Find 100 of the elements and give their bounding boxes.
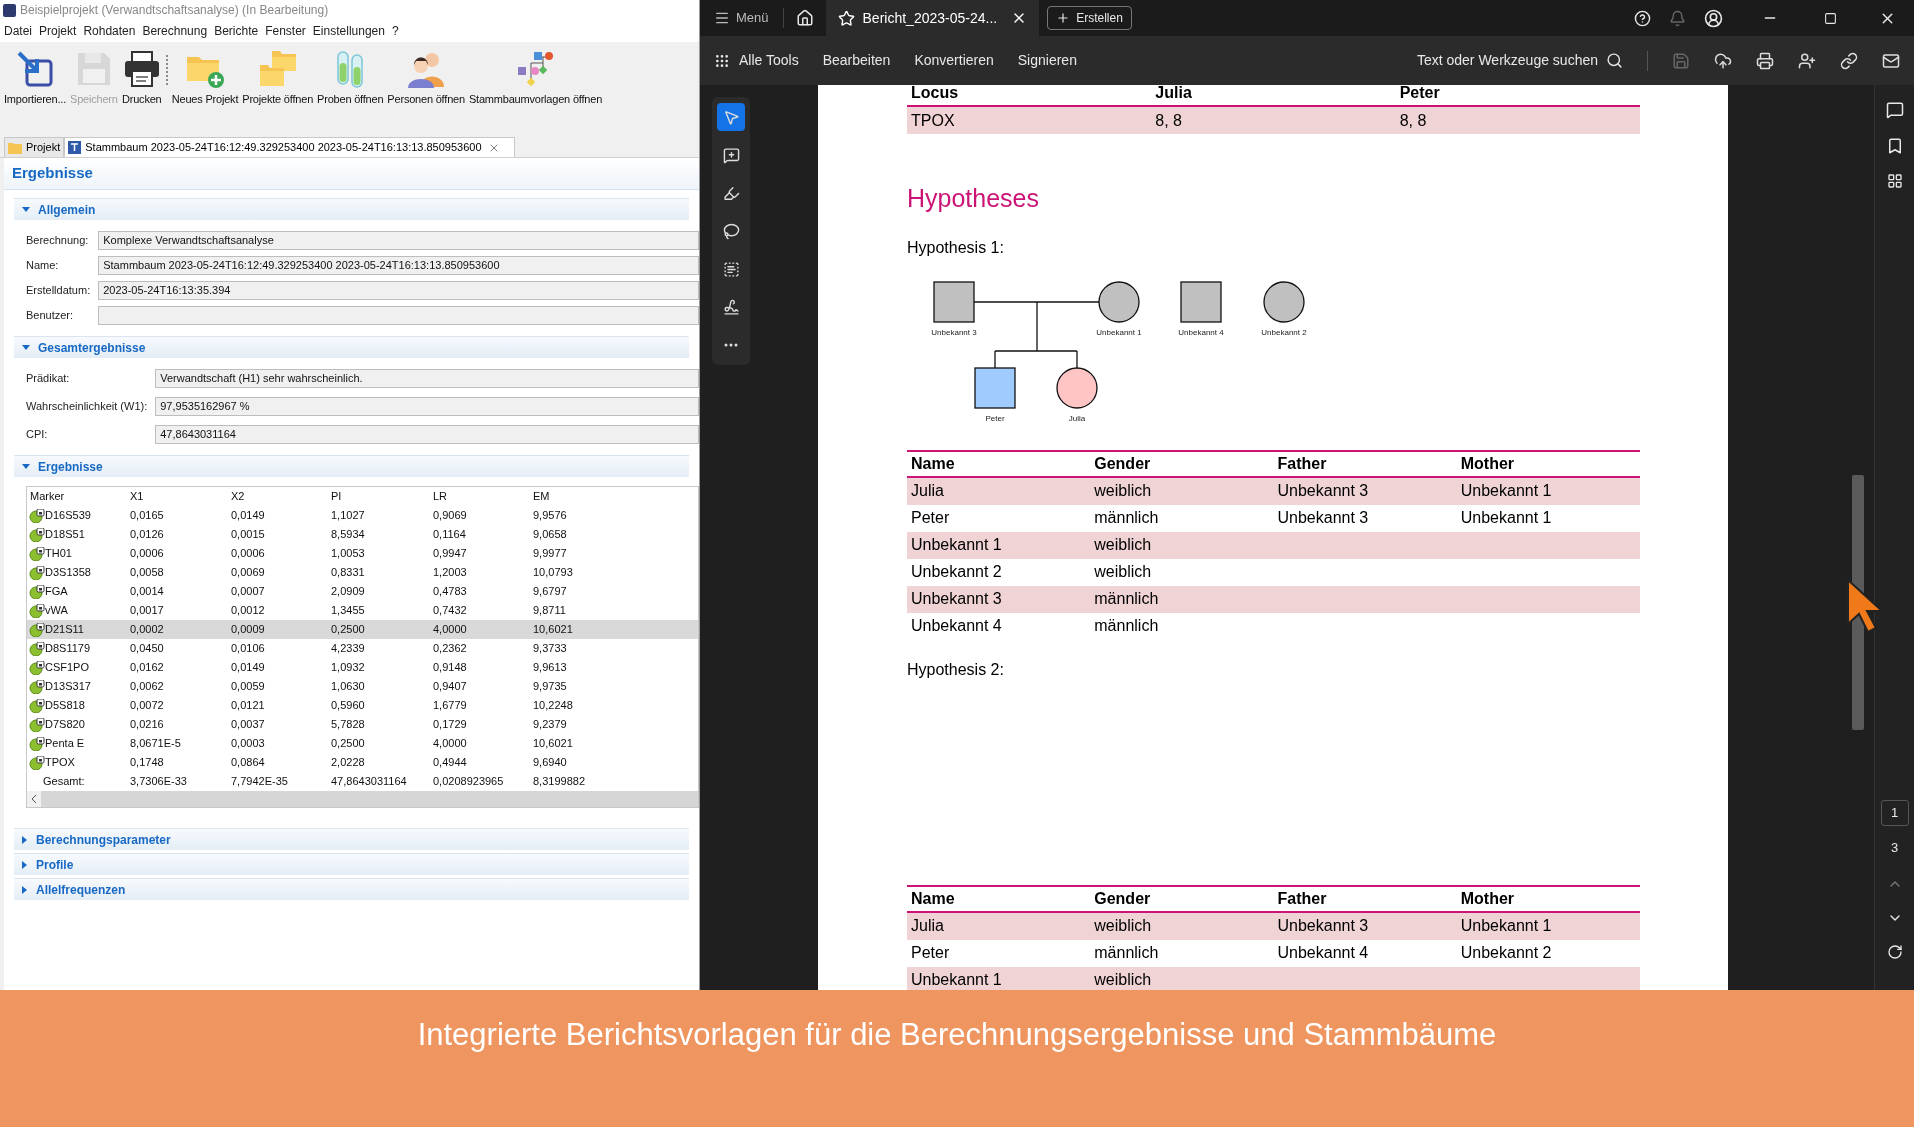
- search-tools-button[interactable]: Text oder Werkzeuge suchen: [1416, 50, 1623, 71]
- rotate-icon[interactable]: [1886, 943, 1903, 960]
- print-button[interactable]: Drucken: [121, 48, 162, 107]
- section-header[interactable]: Gesamtergebnisse: [14, 336, 689, 358]
- marker-icon: [29, 736, 45, 751]
- avatar-icon[interactable]: [1704, 8, 1723, 28]
- menu-item[interactable]: Berichte: [214, 22, 259, 40]
- text-field[interactable]: Verwandtschaft (H1) sehr wahrscheinlich.: [155, 369, 699, 388]
- maximize-icon[interactable]: [1824, 11, 1837, 25]
- tool-menu-item[interactable]: Konvertieren: [914, 50, 994, 71]
- marker-icon: [29, 546, 45, 561]
- help-icon[interactable]: [1634, 9, 1651, 27]
- menu-item[interactable]: Datei: [4, 22, 32, 40]
- table-row[interactable]: FGA 0,0014 0,0007 2,0909 0,4783 9,6797: [27, 582, 698, 601]
- user-add-icon[interactable]: [1798, 51, 1816, 70]
- bell-icon[interactable]: [1669, 9, 1686, 27]
- column-header[interactable]: X2: [228, 488, 328, 505]
- open-projects-button[interactable]: Projekte öffnen: [242, 48, 314, 107]
- home-icon[interactable]: [795, 9, 814, 27]
- horizontal-scrollbar[interactable]: [27, 791, 698, 807]
- table-row[interactable]: CSF1PO 0,0162 0,0149 1,0932 0,9148 9,9613: [27, 658, 698, 677]
- collapse-caret-icon[interactable]: [22, 860, 28, 869]
- text-field[interactable]: Stammbaum 2023-05-24T16:12:49.329253400 2023-05-24T16:13:13.850953600: [98, 256, 699, 275]
- expand-caret-icon[interactable]: [22, 344, 30, 351]
- column-header[interactable]: X1: [127, 488, 228, 505]
- tool-menu-item[interactable]: Bearbeiten: [822, 50, 891, 71]
- table-row[interactable]: D18S51 0,0126 0,0015 8,5934 0,1164 9,0658: [27, 525, 698, 544]
- table-row[interactable]: D5S818 0,0072 0,0121 0,5960 1,6779 10,2248: [27, 696, 698, 715]
- section-header[interactable]: Allelfrequenzen: [14, 878, 689, 900]
- import-button[interactable]: Importieren...: [4, 48, 66, 107]
- menu-item[interactable]: Einstellungen: [312, 22, 385, 40]
- menu-item[interactable]: ?: [391, 22, 399, 40]
- column-header[interactable]: Marker: [27, 488, 127, 505]
- table-row[interactable]: D16S539 0,0165 0,0149 1,1027 0,9069 9,9576: [27, 506, 698, 525]
- table-row[interactable]: D21S11 0,0002 0,0009 0,2500 4,0000 10,6021: [27, 620, 698, 639]
- create-button[interactable]: Erstellen: [1047, 6, 1132, 30]
- menu-item[interactable]: Fenster: [265, 22, 306, 40]
- thumbnails-icon[interactable]: [1886, 173, 1903, 189]
- table-cell-text: 1,1027: [330, 508, 366, 524]
- column-header[interactable]: EM: [530, 488, 698, 505]
- table-row[interactable]: D13S317 0,0062 0,0059 1,0630 0,9407 9,9735: [27, 677, 698, 696]
- text-field[interactable]: 2023-05-24T16:13:35.394: [98, 281, 699, 300]
- folder-icon: [8, 141, 22, 154]
- section-header[interactable]: Berechnungsparameter: [14, 828, 689, 850]
- current-page[interactable]: 1: [1880, 800, 1909, 826]
- new-project-button[interactable]: Neues Projekt: [171, 48, 239, 107]
- section-header[interactable]: Profile: [14, 853, 689, 875]
- menu-button[interactable]: Menü: [700, 0, 783, 36]
- column-header[interactable]: PI: [328, 488, 430, 505]
- section-header[interactable]: Allgemein: [14, 198, 689, 220]
- cloud-upload-icon[interactable]: [1714, 51, 1732, 70]
- section-header[interactable]: Ergebnisse: [14, 455, 689, 477]
- menu-item[interactable]: Berechnung: [142, 22, 208, 40]
- text-field[interactable]: 47,8643031164: [155, 425, 699, 444]
- table-row[interactable]: vWA 0,0017 0,0012 1,3455 0,7432 9,8711: [27, 601, 698, 620]
- table-cell-text: 0,9069: [432, 508, 468, 524]
- open-persons-button[interactable]: Personen öffnen: [387, 48, 465, 107]
- column-header: Mother: [1459, 453, 1516, 474]
- link-icon[interactable]: [1840, 51, 1858, 70]
- open-templates-button[interactable]: Stammbaumvorlagen öffnen: [468, 48, 603, 107]
- table-row[interactable]: TPOX 0,1748 0,0864 2,0228 0,4944 9,6940: [27, 753, 698, 772]
- collapse-caret-icon[interactable]: [22, 885, 28, 894]
- table-cell-text: 9,9735: [532, 679, 568, 695]
- scroll-left-icon[interactable]: [27, 791, 41, 807]
- text-field[interactable]: Komplexe Verwandtschaftsanalyse: [98, 231, 699, 250]
- select-tool-button[interactable]: [717, 103, 745, 131]
- menu-item[interactable]: Projekt: [39, 22, 77, 40]
- column-header: Name: [910, 888, 956, 909]
- collapse-caret-icon[interactable]: [22, 835, 28, 844]
- node-label: Peter: [985, 413, 1005, 423]
- table-cell-text: TPOX: [910, 110, 956, 131]
- table-row[interactable]: D3S1358 0,0058 0,0069 0,8331 1,2003 10,0793: [27, 563, 698, 582]
- column-header[interactable]: LR: [430, 488, 530, 505]
- text-field[interactable]: 97,9535162967 %: [155, 397, 699, 416]
- editor-tab[interactable]: Stammbaum 2023-05-24T16:12:49.329253400 2023-05-24T16:13:13.850953600: [64, 137, 515, 157]
- editor-tab[interactable]: Projekt: [4, 137, 65, 157]
- expand-caret-icon[interactable]: [22, 463, 30, 470]
- menu-item[interactable]: Rohdaten: [83, 22, 136, 40]
- open-samples-button[interactable]: Proben öffnen: [317, 48, 384, 107]
- table-cell-text: Penta E: [45, 736, 85, 752]
- printer-icon[interactable]: [1756, 51, 1774, 70]
- table-row[interactable]: Gesamt: 3,7306E-33 7,7942E-35 47,8643031164 0,0208923965 8,3199882: [27, 772, 698, 791]
- marker-icon: [29, 603, 45, 618]
- table-row[interactable]: D7S820 0,0216 0,0037 5,7828 0,1729 9,2379: [27, 715, 698, 734]
- comment-icon[interactable]: [1885, 101, 1904, 119]
- expand-caret-icon[interactable]: [22, 206, 30, 213]
- mail-icon[interactable]: [1882, 51, 1900, 70]
- table-cell-text: Unbekannt 1: [1459, 481, 1553, 501]
- table-row[interactable]: D8S1179 0,0450 0,0106 4,2339 0,2362 9,3733: [27, 639, 698, 658]
- table-cell-text: 0,0162: [129, 660, 165, 676]
- table-cell-text: 0,9407: [432, 679, 468, 695]
- table-row[interactable]: TH01 0,0006 0,0006 1,0053 0,9947 9,9977: [27, 544, 698, 563]
- document-tab[interactable]: Bericht_2023-05-24...: [825, 0, 1040, 36]
- tool-menu-item[interactable]: Signieren: [1017, 50, 1077, 71]
- star-icon[interactable]: [837, 9, 855, 27]
- more-icon: [724, 343, 738, 347]
- text-field[interactable]: [98, 306, 699, 325]
- table-row[interactable]: Penta E 8,0671E-5 0,0003 0,2500 4,0000 10,6021: [27, 734, 698, 753]
- tool-menu-item[interactable]: Alle Tools: [714, 50, 799, 71]
- table-cell-text: 1,0630: [330, 679, 366, 695]
